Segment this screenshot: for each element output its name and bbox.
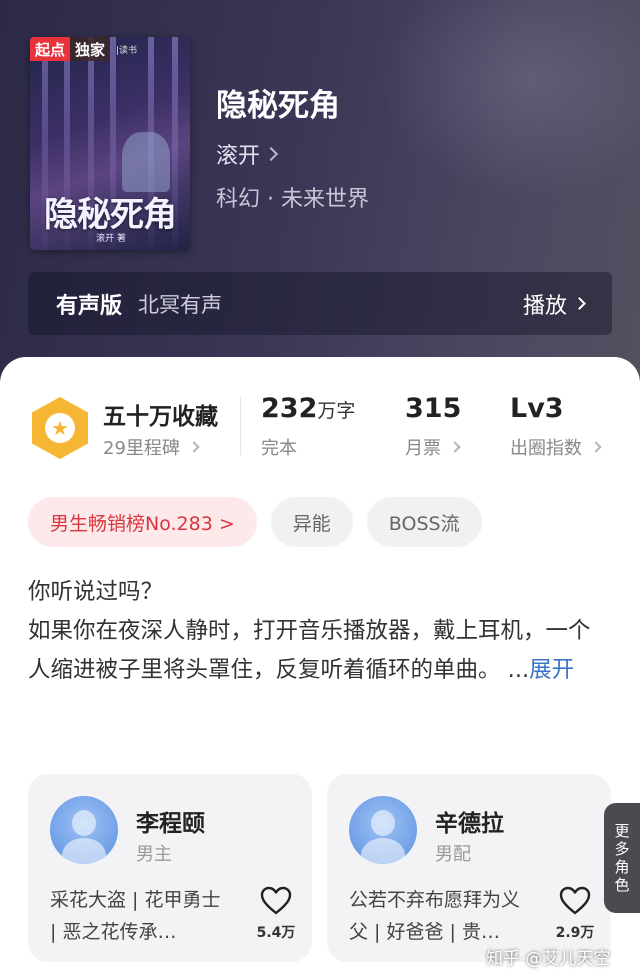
cover-title: 隐秘死角 (44, 195, 177, 235)
ranking-tag[interactable]: 男生畅销榜No.283 > (28, 497, 257, 547)
character-card[interactable]: 李程颐 男主 采花大盗 | 花甲勇士 | 恶之花传承… 5.4万 (28, 774, 312, 962)
milestone-label: 29里程碑 (103, 438, 180, 459)
divider (240, 397, 241, 455)
word-count-number: 232 (261, 393, 318, 424)
more-characters-button[interactable]: 更 多 角 色 (604, 803, 640, 913)
chevron-right-icon (449, 441, 461, 453)
like-count: 5.4万 (256, 925, 296, 941)
more-roles-char: 色 (614, 876, 630, 894)
avatar (349, 796, 417, 864)
cover-series-text: |读书 (116, 46, 138, 56)
character-card[interactable]: 辛德拉 男配 公若不弃布愿拜为义父 | 好爸爸 | 贵… 2.9万 (327, 774, 611, 962)
chevron-right-icon (590, 441, 602, 453)
character-role: 男主 (136, 844, 172, 865)
like-button[interactable]: 2.9万 (555, 886, 595, 942)
synopsis-body: 如果你在夜深人静时，打开音乐播放器，戴上耳机，一个人缩进被子里将头罩住，反复听着… (28, 612, 612, 690)
exclusive-badge: 起点 独家 (30, 37, 111, 61)
milestone-link[interactable]: 29里程碑 (103, 434, 200, 460)
popularity-link[interactable]: 出圈指数 (510, 434, 602, 460)
completion-status: 完本 (261, 438, 297, 459)
like-count: 2.9万 (555, 925, 595, 941)
monthly-ticket-label: 月票 (405, 438, 441, 459)
book-detail-sheet: ★ 五十万收藏 29里程碑 232万字 完本 315 月票 Lv3 出圈指数 男… (0, 357, 640, 980)
word-count-unit: 万字 (317, 400, 356, 422)
author-name: 滚开 (216, 144, 261, 169)
character-description: 采花大盗 | 花甲勇士 | 恶之花传承… (50, 889, 221, 943)
monthly-ticket-link[interactable]: 月票 (405, 434, 461, 460)
audiobook-bar[interactable]: 有声版 北冥有声 播放 (28, 272, 612, 335)
like-button[interactable]: 5.4万 (256, 886, 296, 942)
heart-icon (260, 886, 292, 915)
expand-link[interactable]: 展开 (529, 657, 574, 683)
more-roles-char: 角 (614, 858, 630, 876)
star-icon: ★ (45, 413, 75, 443)
author-link[interactable]: 滚开 (216, 138, 279, 170)
collection-count: 五十万收藏 (103, 404, 218, 430)
book-title: 隐秘死角 (216, 88, 340, 124)
stats-row: ★ 五十万收藏 29里程碑 232万字 完本 315 月票 Lv3 出圈指数 (0, 357, 640, 477)
more-roles-char: 更 (614, 822, 630, 840)
play-button[interactable]: 播放 (522, 288, 586, 320)
chevron-right-icon (263, 146, 279, 162)
heart-icon (559, 886, 591, 915)
chevron-right-icon (573, 297, 586, 310)
synopsis-line: 你听说过吗？ (28, 579, 164, 605)
tag-superpower[interactable]: 异能 (270, 497, 353, 547)
tag-list: 男生畅销榜No.283 > 异能 BOSS流 (28, 497, 482, 547)
genre-label: 科幻 · 未来世界 (216, 187, 369, 212)
audiobook-studio: 北冥有声 (138, 292, 223, 317)
avatar (50, 796, 118, 864)
synopsis-ellipsis: ... (500, 657, 530, 683)
synopsis: 你听说过吗？ 如果你在夜深人静时，打开音乐播放器，戴上耳机，一个人缩进被子里将头… (28, 573, 612, 690)
medal-icon: ★ (32, 397, 88, 459)
exclusive-label: 独家 (70, 37, 111, 61)
qidian-badge: 起点 (30, 37, 71, 61)
play-label: 播放 (522, 293, 567, 319)
book-cover[interactable]: 起点 独家 |读书 隐秘死角 滚开 著 (30, 37, 190, 250)
popularity-level: Lv3 (510, 393, 564, 424)
audiobook-label: 有声版 (56, 293, 123, 319)
character-description: 公若不弃布愿拜为义父 | 好爸爸 | 贵… (349, 889, 521, 943)
tag-boss[interactable]: BOSS流 (366, 497, 482, 547)
character-role: 男配 (435, 844, 471, 865)
watermark: 知乎 @艾儿天空 (486, 949, 611, 969)
book-header: 起点 独家 |读书 隐秘死角 滚开 著 隐秘死角 滚开 科幻 · 未来世界 有声… (0, 0, 640, 400)
chevron-right-icon (188, 441, 200, 453)
monthly-ticket-count: 315 (405, 393, 462, 424)
cover-figure (122, 132, 170, 192)
popularity-label: 出圈指数 (510, 438, 582, 459)
cover-author: 滚开 著 (96, 234, 126, 244)
character-name: 李程颐 (136, 811, 205, 837)
character-name: 辛德拉 (435, 811, 504, 837)
more-roles-char: 多 (614, 840, 630, 858)
word-count: 232万字 (261, 393, 355, 424)
